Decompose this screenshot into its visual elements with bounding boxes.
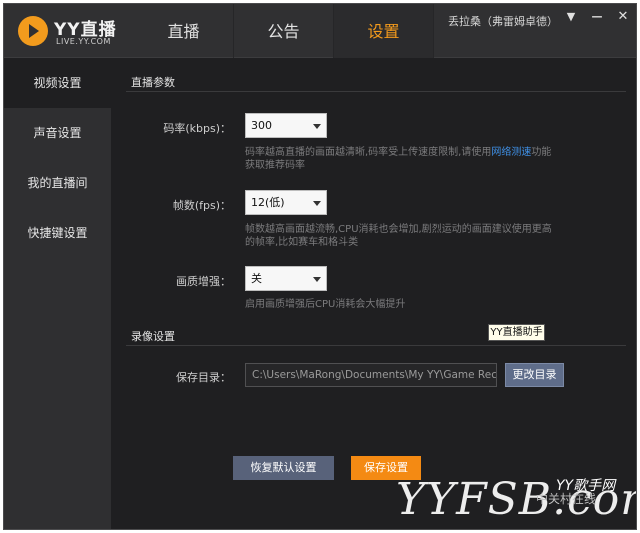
fps-label: 帧数(fps)： (172, 199, 231, 212)
bitrate-hint: 码率越高直播的画面越清晰,码率受上传速度限制,请使用网络测速功能获取推荐码率 (245, 146, 560, 172)
sidebar-item-video-settings[interactable]: 视频设置 (4, 58, 111, 108)
tab-live[interactable]: 直播 (134, 4, 234, 58)
section-title-recording: 录像设置 (131, 330, 175, 343)
sidebar-item-my-live-room[interactable]: 我的直播间 (4, 158, 111, 208)
quality-enhance-select[interactable]: 关 (245, 266, 327, 291)
logo-subtitle: LIVE.YY.COM (56, 37, 111, 46)
settings-sidebar: 视频设置 声音设置 我的直播间 快捷键设置 (4, 58, 111, 529)
section-divider (126, 345, 626, 346)
save-directory-label: 保存目录： (176, 371, 231, 384)
user-name[interactable]: 丢拉桑（弗雷姆卓德） (448, 13, 558, 29)
section-title-live-params: 直播参数 (131, 76, 175, 89)
quality-enhance-value: 关 (251, 272, 262, 285)
fps-value: 12(低) (251, 196, 285, 209)
minimize-icon[interactable]: — (589, 9, 605, 25)
fps-select[interactable]: 12(低) (245, 190, 327, 215)
close-icon[interactable]: ✕ (615, 9, 631, 25)
chevron-down-icon (313, 124, 321, 129)
tab-settings[interactable]: 设置 (334, 4, 434, 58)
bitrate-hint-text: 码率越高直播的画面越清晰,码率受上传速度限制,请使用 (245, 147, 492, 158)
bitrate-select[interactable]: 300 (245, 113, 327, 138)
chevron-down-icon (313, 201, 321, 206)
quality-enhance-label: 画质增强： (176, 275, 231, 288)
header-bar: YY直播 LIVE.YY.COM 直播 公告 设置 丢拉桑（弗雷姆卓德） ▼ —… (4, 4, 636, 58)
section-divider (126, 91, 626, 92)
sidebar-item-audio-settings[interactable]: 声音设置 (4, 108, 111, 158)
restore-defaults-button[interactable]: 恢复默认设置 (233, 456, 334, 480)
bitrate-label: 码率(kbps)： (163, 122, 231, 135)
tooltip: YY直播助手 (488, 324, 545, 341)
menu-dropdown-icon[interactable]: ▼ (563, 9, 579, 25)
settings-window: YY直播 LIVE.YY.COM 直播 公告 设置 丢拉桑（弗雷姆卓德） ▼ —… (3, 3, 637, 530)
fps-hint: 帧数越高画面越流畅,CPU消耗也会增加,剧烈运动的画面建议使用更高的帧率,比如赛… (245, 224, 552, 248)
sidebar-item-hotkey-settings[interactable]: 快捷键设置 (4, 208, 111, 258)
play-logo-icon (18, 16, 48, 46)
change-directory-button[interactable]: 更改目录 (505, 363, 564, 387)
save-directory-field[interactable]: C:\Users\MaRong\Documents\My YY\Game Rec… (245, 363, 497, 387)
tab-announcement[interactable]: 公告 (234, 4, 334, 58)
bitrate-value: 300 (251, 119, 272, 132)
watermark-subtext: 中关村在线 (536, 492, 597, 506)
chevron-down-icon (313, 277, 321, 282)
network-speed-test-link[interactable]: 网络测速 (491, 147, 531, 158)
quality-enhance-hint: 启用画质增强后CPU消耗会大幅提升 (245, 299, 406, 310)
yy-live-logo: YY直播 LIVE.YY.COM (18, 15, 118, 49)
